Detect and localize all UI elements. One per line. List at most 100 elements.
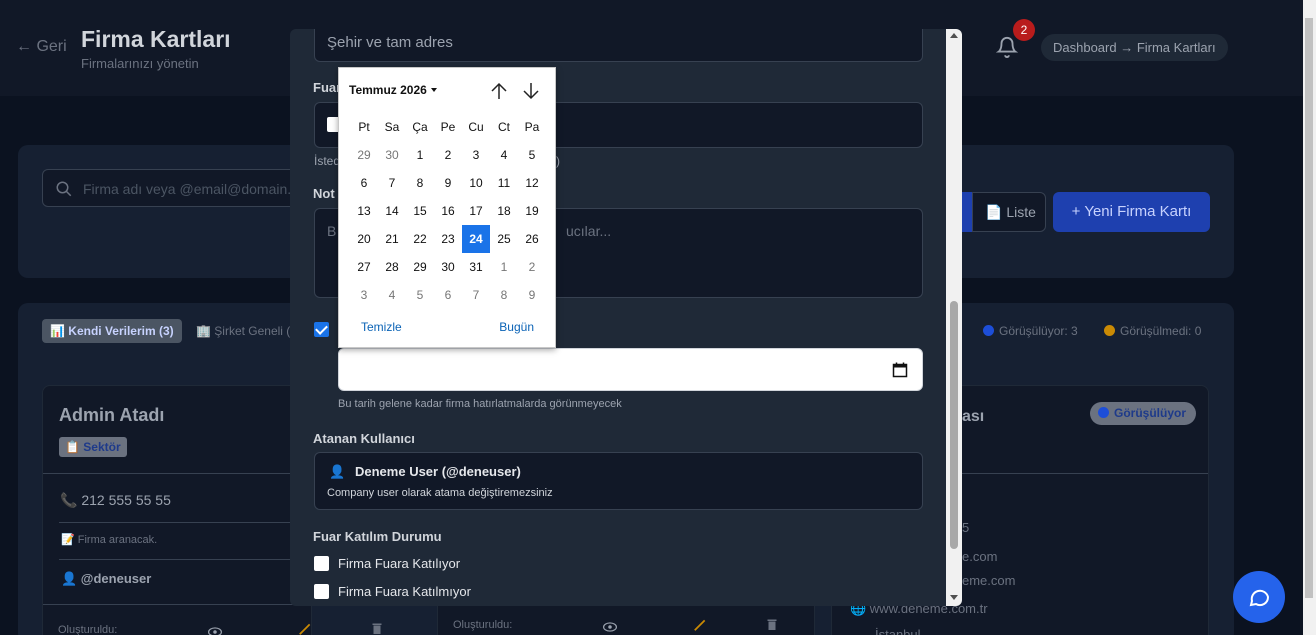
- calendar-day[interactable]: 6: [350, 169, 378, 197]
- page-title: Firma Kartları: [81, 26, 231, 52]
- stat-not-met: Görüşülmedi: 0: [1104, 324, 1201, 338]
- breadcrumb: Dashboard → Firma Kartları: [1041, 34, 1228, 61]
- month-year-label: Temmuz 2026: [349, 83, 427, 97]
- scroll-down-icon[interactable]: [950, 595, 958, 600]
- calendar-day[interactable]: 10: [462, 169, 490, 197]
- scroll-up-icon[interactable]: [950, 33, 958, 38]
- calendar-day[interactable]: 22: [406, 225, 434, 253]
- fair-no-label: Firma Fuara Katılmıyor: [338, 584, 471, 599]
- calendar-day[interactable]: 24: [462, 225, 490, 253]
- stat-meeting: Görüşülüyor: 3: [983, 324, 1078, 338]
- month-year-select[interactable]: Temmuz 2026: [349, 83, 437, 97]
- tab-own-data[interactable]: 📊 Kendi Verilerim (3): [42, 319, 182, 343]
- list-view-button[interactable]: 📄 Liste: [972, 192, 1046, 232]
- calendar-day[interactable]: 21: [378, 225, 406, 253]
- calendar-day[interactable]: 2: [434, 141, 462, 169]
- calendar-day[interactable]: 5: [406, 281, 434, 309]
- calendar-day[interactable]: 2: [518, 253, 546, 281]
- calendar-day[interactable]: 28: [378, 253, 406, 281]
- calendar-day[interactable]: 9: [434, 169, 462, 197]
- weekday-header: Pt: [358, 120, 370, 134]
- next-month-button[interactable]: [522, 81, 540, 101]
- calendar-day[interactable]: 13: [350, 197, 378, 225]
- calendar-day[interactable]: 17: [462, 197, 490, 225]
- weekday-header: Cu: [468, 120, 484, 134]
- window-scrollbar[interactable]: [1303, 0, 1316, 635]
- card-created-label: Oluşturuldu:: [58, 624, 118, 635]
- weekday-header: Pa: [524, 120, 540, 134]
- calendar-day[interactable]: 29: [406, 253, 434, 281]
- calendar-day[interactable]: 30: [434, 253, 462, 281]
- card-title: Admin Atadı: [59, 405, 165, 425]
- window-scrollbar-thumb[interactable]: [1305, 18, 1313, 598]
- previous-month-button[interactable]: [490, 81, 508, 101]
- card-user: 👤 @deneuser: [61, 571, 152, 586]
- calendar-day[interactable]: 18: [490, 197, 518, 225]
- postpone-date-input[interactable]: [338, 348, 923, 391]
- tab-company-wide[interactable]: 🏢 Şirket Geneli (3: [196, 324, 297, 338]
- page-subtitle: Firmalarınızı yönetin: [81, 56, 199, 71]
- calendar-day[interactable]: 1: [406, 141, 434, 169]
- fair-label: Fuar: [313, 80, 342, 95]
- calendar-day[interactable]: 4: [378, 281, 406, 309]
- back-link[interactable]: ← Geri: [16, 38, 67, 56]
- sector-badge: 📋 Sektör: [59, 437, 127, 457]
- calendar-day[interactable]: 25: [490, 225, 518, 253]
- modal-scrollbar[interactable]: [946, 29, 962, 606]
- delete-icon[interactable]: [766, 618, 778, 635]
- address-input[interactable]: Şehir ve tam adres: [314, 29, 923, 62]
- fair-yes-label: Firma Fuara Katılıyor: [338, 556, 461, 571]
- postpone-checkbox[interactable]: [314, 322, 329, 337]
- calendar-day[interactable]: 3: [350, 281, 378, 309]
- arrow-up-icon: [491, 82, 507, 99]
- new-company-card-button[interactable]: + Yeni Firma Kartı: [1053, 192, 1210, 232]
- calendar-day[interactable]: 23: [434, 225, 462, 253]
- fair-no-checkbox[interactable]: [314, 584, 329, 599]
- today-button[interactable]: Bugün: [499, 320, 534, 334]
- calendar-day[interactable]: 3: [462, 141, 490, 169]
- calendar-grid: Pt Sa Ça Pe Cu Ct Pa 29 30 1 2 3 4 5 6 7 8 9 10 11 12 13 14 15 1…: [350, 113, 546, 309]
- calendar-day[interactable]: 16: [434, 197, 462, 225]
- card-city: İstanbul: [875, 627, 921, 635]
- calendar-day[interactable]: 29: [350, 141, 378, 169]
- calendar-day[interactable]: 31: [462, 253, 490, 281]
- calendar-day[interactable]: 6: [434, 281, 462, 309]
- calendar-day[interactable]: 11: [490, 169, 518, 197]
- edit-icon[interactable]: [693, 618, 707, 635]
- search-input[interactable]: Firma adı veya @email@domain.com: [42, 169, 318, 207]
- card-line-text: e.com: [962, 549, 998, 564]
- calendar-day[interactable]: 4: [490, 141, 518, 169]
- modal-scrollbar-thumb[interactable]: [950, 301, 958, 549]
- calendar-day[interactable]: 8: [490, 281, 518, 309]
- calendar-day[interactable]: 5: [518, 141, 546, 169]
- divider: [59, 522, 295, 523]
- calendar-day[interactable]: 26: [518, 225, 546, 253]
- calendar-day[interactable]: 20: [350, 225, 378, 253]
- calendar-icon[interactable]: [892, 362, 908, 378]
- fair-help: İsted: [314, 154, 341, 168]
- search-icon: [56, 181, 72, 197]
- edit-icon[interactable]: [298, 622, 312, 635]
- assigned-user-label: Atanan Kullanıcı: [313, 431, 415, 446]
- address-placeholder: Şehir ve tam adres: [327, 34, 453, 51]
- bell-icon[interactable]: [995, 36, 1019, 58]
- calendar-day[interactable]: 15: [406, 197, 434, 225]
- calendar-day[interactable]: 1: [490, 253, 518, 281]
- calendar-day[interactable]: 14: [378, 197, 406, 225]
- calendar-day[interactable]: 30: [378, 141, 406, 169]
- clear-button[interactable]: Temizle: [361, 320, 402, 334]
- view-icon[interactable]: [603, 619, 617, 635]
- view-icon[interactable]: [208, 624, 222, 635]
- calendar-day[interactable]: 7: [378, 169, 406, 197]
- calendar-day[interactable]: 8: [406, 169, 434, 197]
- divider: [43, 473, 311, 474]
- fair-yes-checkbox[interactable]: [314, 556, 329, 571]
- chat-button[interactable]: [1233, 571, 1285, 623]
- delete-icon[interactable]: [371, 622, 383, 635]
- card-line-text: 5: [962, 520, 970, 535]
- calendar-day[interactable]: 19: [518, 197, 546, 225]
- calendar-day[interactable]: 9: [518, 281, 546, 309]
- calendar-day[interactable]: 12: [518, 169, 546, 197]
- calendar-day[interactable]: 7: [462, 281, 490, 309]
- calendar-day[interactable]: 27: [350, 253, 378, 281]
